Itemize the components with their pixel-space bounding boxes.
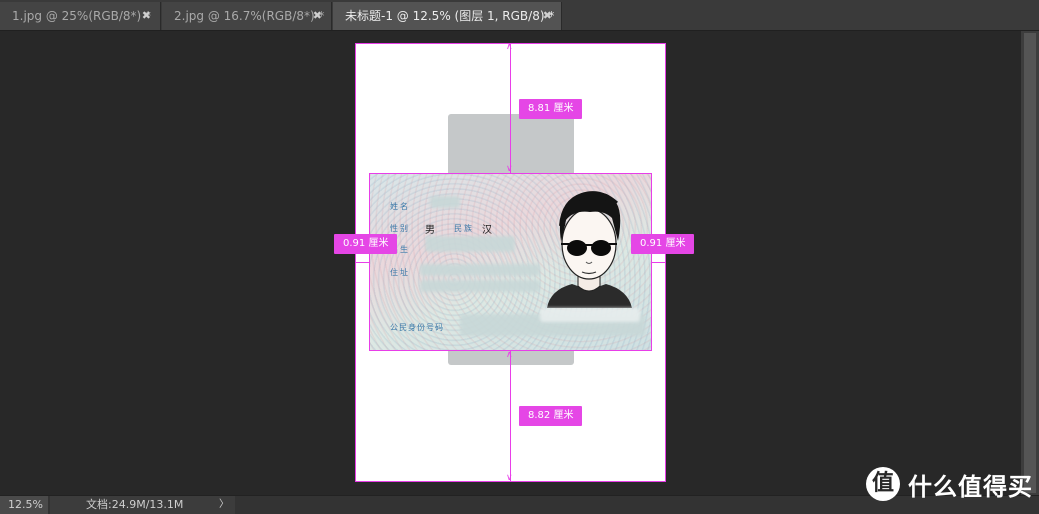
measure-badge-bottom: 8.82 厘米 — [519, 406, 583, 426]
measure-badge-top: 8.81 厘米 — [519, 99, 583, 119]
document-size-info: 文档:24.9M/13.1M — [50, 496, 235, 514]
watermark: 值 什么值得买 — [866, 466, 1033, 502]
guide-doc-right — [665, 43, 666, 482]
redacted-name — [430, 196, 460, 208]
arrow-down-icon: ∨ — [506, 164, 513, 174]
chevron-right-icon[interactable]: 〉 — [219, 496, 229, 514]
measure-badge-left: 0.91 厘米 — [334, 234, 398, 254]
measure-guide-bottom — [510, 351, 511, 481]
tab-2-jpg[interactable]: 2.jpg @ 16.7%(RGB/8*) * ✖ — [162, 2, 332, 30]
redacted-birth — [425, 236, 515, 252]
value-gender: 男 — [425, 225, 435, 236]
vertical-scrollbar[interactable] — [1021, 31, 1039, 495]
label-name: 姓名 — [390, 202, 410, 211]
arrow-down-icon: ∨ — [506, 473, 513, 483]
redacted-strip — [540, 308, 640, 322]
arrow-up-icon: ∧ — [506, 42, 513, 52]
redacted-address-2 — [420, 280, 540, 292]
label-gender: 性别 — [390, 224, 410, 233]
close-icon[interactable]: ✖ — [313, 2, 322, 30]
tab-label: 2.jpg @ 16.7%(RGB/8*) * — [174, 9, 325, 23]
redacted-address-1 — [420, 264, 540, 276]
tab-1-jpg[interactable]: 1.jpg @ 25%(RGB/8*) * ✖ — [0, 2, 161, 30]
label-ethnicity: 民族 — [454, 224, 474, 233]
scrollbar-thumb[interactable] — [1024, 33, 1036, 493]
label-id-number: 公民身份号码 — [390, 323, 444, 332]
close-icon[interactable]: ✖ — [142, 2, 151, 30]
measure-guide-right — [652, 262, 665, 263]
tab-label: 1.jpg @ 25%(RGB/8*) * — [12, 9, 152, 23]
label-address: 住址 — [390, 268, 410, 277]
tab-label: 未标题-1 @ 12.5% (图层 1, RGB/8) * — [345, 9, 555, 23]
watermark-logo-icon: 值 — [866, 467, 900, 501]
tab-untitled-1[interactable]: 未标题-1 @ 12.5% (图层 1, RGB/8) * ✖ — [333, 2, 562, 30]
portrait-avatar — [547, 191, 632, 308]
measure-guide-top — [510, 44, 511, 173]
id-card-image[interactable]: 姓名 性别 男 民族 汉 出生 住址 公民身份号码 — [369, 173, 652, 351]
measure-guide-left — [356, 262, 369, 263]
measure-badge-right: 0.91 厘米 — [631, 234, 695, 254]
zoom-level-field[interactable]: 12.5% — [0, 496, 48, 514]
value-ethnicity: 汉 — [482, 225, 492, 236]
arrow-up-icon: ∧ — [506, 350, 513, 360]
document-tab-bar: 1.jpg @ 25%(RGB/8*) * ✖ 2.jpg @ 16.7%(RG… — [0, 0, 1039, 31]
close-icon[interactable]: ✖ — [543, 2, 552, 30]
watermark-text: 什么值得买 — [908, 472, 1033, 501]
